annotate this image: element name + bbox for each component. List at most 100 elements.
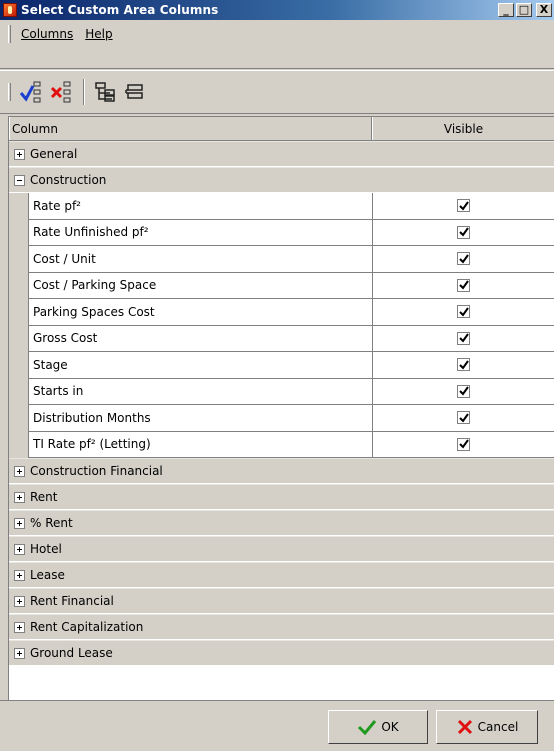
app-icon — [3, 3, 17, 17]
visible-checkbox[interactable] — [457, 358, 470, 372]
check-icon — [458, 307, 469, 317]
expand-icon[interactable] — [14, 491, 25, 503]
menu-grip — [8, 25, 11, 43]
toolbar — [0, 70, 554, 114]
expand-icon[interactable] — [14, 543, 25, 555]
visible-checkbox[interactable] — [457, 305, 470, 319]
group-row-general[interactable]: General — [9, 141, 554, 167]
check-icon — [458, 280, 469, 290]
dialog-footer: OK Cancel — [0, 702, 554, 751]
group-label: Rent — [30, 490, 58, 504]
footer-divider — [0, 700, 554, 701]
expand-icon[interactable] — [14, 621, 25, 633]
ok-label: OK — [381, 719, 399, 734]
ok-button[interactable]: OK — [328, 709, 428, 744]
group-label: Ground Lease — [30, 646, 113, 660]
column-name: Stage — [29, 352, 373, 379]
column-name: Cost / Parking Space — [29, 272, 373, 299]
check-all-icon — [19, 81, 41, 103]
uncheck-all-icon — [50, 81, 71, 103]
cancel-button[interactable]: Cancel — [436, 709, 538, 744]
check-icon — [458, 201, 469, 211]
visible-header[interactable]: Visible — [372, 117, 554, 140]
column-name: Gross Cost — [29, 325, 373, 352]
cancel-icon — [457, 719, 472, 734]
check-icon — [458, 413, 469, 423]
group-row-construction-financial[interactable]: Construction Financial — [9, 458, 554, 484]
group-row-construction[interactable]: Construction — [9, 167, 554, 193]
check-icon — [458, 360, 469, 370]
collapse-all-icon — [125, 84, 143, 99]
column-name: Distribution Months — [29, 405, 373, 432]
toolbar-divider — [0, 68, 554, 69]
menu-bar: Columns Help — [0, 22, 554, 46]
maximize-button[interactable]: □ — [516, 3, 532, 17]
expand-all-icon — [95, 82, 115, 102]
expand-icon[interactable] — [14, 517, 25, 529]
check-icon — [458, 333, 469, 343]
column-name: Rate Unfinished pf² — [29, 219, 373, 246]
title-bar: Select Custom Area Columns _ □ X — [0, 0, 554, 20]
grid-header: Column Visible — [9, 117, 554, 141]
visible-checkbox[interactable] — [457, 384, 470, 398]
expand-icon[interactable] — [14, 148, 25, 160]
check-icon — [458, 254, 469, 264]
table-row: Cost / Unit — [9, 246, 554, 273]
column-name: Rate pf² — [29, 193, 373, 220]
column-name: Cost / Unit — [29, 246, 373, 273]
group-row-percent-rent[interactable]: % Rent — [9, 510, 554, 536]
expand-icon[interactable] — [14, 465, 25, 477]
visible-checkbox[interactable] — [457, 225, 470, 239]
group-row-rent[interactable]: Rent — [9, 484, 554, 510]
collapse-icon[interactable] — [14, 174, 25, 186]
table-row: Cost / Parking Space — [9, 272, 554, 299]
group-label: % Rent — [30, 516, 73, 530]
collapse-all-button[interactable] — [121, 77, 149, 107]
column-name: TI Rate pf² (Letting) — [29, 431, 373, 458]
toolbar-grip — [8, 83, 11, 101]
toolbar-separator — [83, 79, 85, 105]
table-row: Stage — [9, 352, 554, 379]
expand-all-button[interactable] — [91, 77, 119, 107]
table-row: Rate pf² — [9, 193, 554, 220]
visible-checkbox[interactable] — [457, 411, 470, 425]
group-row-ground-lease[interactable]: Ground Lease — [9, 640, 554, 666]
expand-icon[interactable] — [14, 647, 25, 659]
group-row-hotel[interactable]: Hotel — [9, 536, 554, 562]
checkmark-icon — [358, 719, 377, 735]
visible-checkbox[interactable] — [457, 199, 470, 213]
window-title: Select Custom Area Columns — [21, 3, 219, 17]
check-icon — [458, 386, 469, 396]
close-button[interactable]: X — [536, 3, 552, 17]
minimize-button[interactable]: _ — [498, 3, 514, 17]
table-row: TI Rate pf² (Letting) — [9, 431, 554, 458]
column-header[interactable]: Column — [9, 117, 372, 140]
visible-checkbox[interactable] — [457, 437, 470, 451]
visible-checkbox[interactable] — [457, 331, 470, 345]
group-label: Lease — [30, 568, 65, 582]
expand-icon[interactable] — [14, 569, 25, 581]
group-label: General — [30, 147, 78, 161]
group-row-lease[interactable]: Lease — [9, 562, 554, 588]
group-row-rent-financial[interactable]: Rent Financial — [9, 588, 554, 614]
table-row: Gross Cost — [9, 325, 554, 352]
table-row: Rate Unfinished pf² — [9, 219, 554, 246]
group-label: Rent Capitalization — [30, 620, 144, 634]
check-all-button[interactable] — [17, 77, 45, 107]
table-row: Distribution Months — [9, 405, 554, 432]
uncheck-all-button[interactable] — [47, 77, 75, 107]
visible-checkbox[interactable] — [457, 278, 470, 292]
menu-columns[interactable]: Columns — [17, 25, 77, 43]
group-label: Construction Financial — [30, 464, 163, 478]
table-row: Starts in — [9, 378, 554, 405]
menu-help[interactable]: Help — [81, 25, 116, 43]
visible-checkbox[interactable] — [457, 252, 470, 266]
table-row: Parking Spaces Cost — [9, 299, 554, 326]
column-name: Parking Spaces Cost — [29, 299, 373, 326]
check-icon — [458, 227, 469, 237]
group-row-rent-capitalization[interactable]: Rent Capitalization — [9, 614, 554, 640]
column-name: Starts in — [29, 378, 373, 405]
expand-icon[interactable] — [14, 595, 25, 607]
cancel-label: Cancel — [477, 719, 519, 734]
group-label: Hotel — [30, 542, 62, 556]
